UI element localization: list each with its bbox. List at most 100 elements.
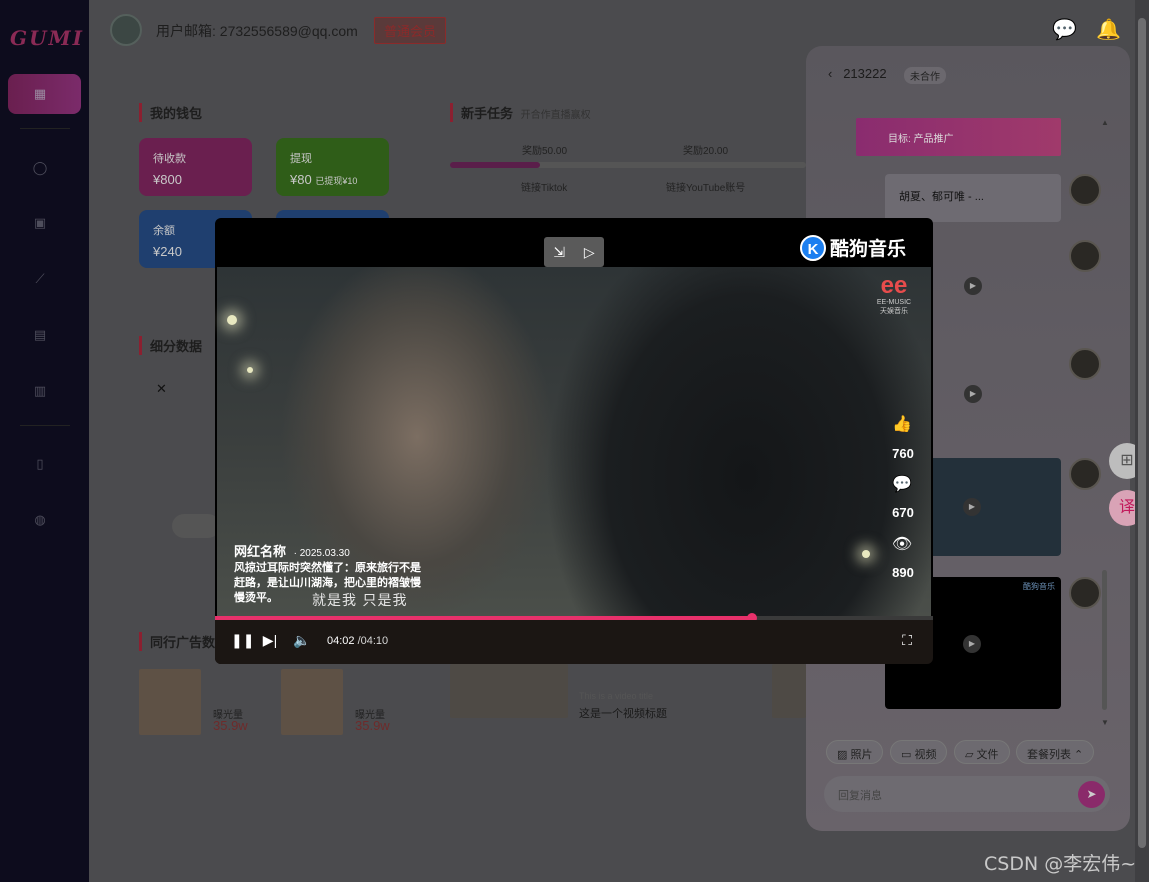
play-icon[interactable]: ▶ — [963, 635, 981, 653]
comment-count: 670 — [892, 505, 914, 520]
play-icon[interactable]: ▶ — [964, 385, 982, 403]
book-icon[interactable]: ▯ — [32, 456, 48, 472]
ad-thumbnail[interactable] — [281, 669, 343, 735]
bar-chart-icon[interactable]: ▥ — [32, 383, 48, 399]
song-card[interactable]: 胡夏、郁可唯 - ... — [885, 174, 1061, 222]
file-label: 文件 — [976, 749, 999, 761]
video-button[interactable]: ▭ 视频 — [890, 740, 948, 764]
light-bokeh — [227, 315, 237, 325]
chat-avatar — [1069, 348, 1101, 380]
chat-scrollbar[interactable] — [1102, 570, 1107, 710]
x-logo-icon[interactable]: ✕ — [156, 381, 172, 397]
globe-icon[interactable]: ◍ — [32, 512, 48, 528]
pause-icon[interactable]: ❚❚ — [231, 632, 254, 649]
reply-input[interactable]: 回复消息 — [824, 776, 1110, 812]
task-progress-track — [450, 162, 806, 168]
chat-status-badge: 未合作 — [904, 67, 946, 84]
user-icon[interactable]: ◯ — [32, 160, 48, 176]
wallet-card-withdraw[interactable]: 提现 ¥80 已提现¥10 — [276, 138, 389, 196]
ai-video-icon[interactable]: ▷ — [584, 244, 595, 261]
task-reward-1: 奖励50.00 — [522, 146, 568, 157]
video-player-modal: ⇲ ▷ K 酷狗音乐 ee EE-MUSIC 天娱音乐 👍 760 💬 670 … — [215, 218, 933, 664]
back-chevron-icon[interactable]: ‹ — [828, 66, 840, 81]
view-count: 890 — [892, 565, 914, 580]
author-name: 网红名称 — [234, 544, 287, 559]
page-scrollbar-thumb[interactable] — [1138, 18, 1146, 848]
wallet-card-extra: 已提现¥10 — [315, 176, 358, 186]
play-icon[interactable]: ▶ — [964, 277, 982, 295]
video-thumbnail[interactable] — [772, 664, 806, 718]
watermark: CSDN @李宏伟~ — [984, 853, 1137, 875]
video-date: · 2025.03.30 — [293, 548, 350, 559]
chat-bubble-icon[interactable]: 💬 — [1052, 18, 1077, 42]
like-count: 760 — [892, 446, 914, 461]
photo-button[interactable]: ▨ 照片 — [826, 740, 884, 764]
like-icon[interactable]: 👍 — [891, 414, 913, 434]
wallet-card-label: 待收款 — [153, 153, 186, 165]
brand-name: 酷狗音乐 — [830, 239, 907, 260]
tasks-subtitle: 开合作直播赢权 — [520, 110, 591, 121]
chat-header: ‹ 213222 — [828, 66, 887, 81]
current-time: 04:02 — [327, 635, 355, 647]
kugou-logo-icon: K — [800, 234, 826, 261]
document-icon[interactable]: ▤ — [32, 327, 48, 343]
chat-avatar — [1069, 174, 1101, 206]
play-icon[interactable]: ▶ — [963, 498, 981, 516]
search-input-dim[interactable] — [172, 514, 220, 538]
dashboard-icon[interactable]: ▦ — [32, 86, 48, 102]
package-list-label: 套餐列表 — [1027, 749, 1071, 761]
file-button[interactable]: ▱ 文件 — [954, 740, 1010, 764]
duration: /04:10 — [354, 635, 389, 647]
chart-icon[interactable]: ▣ — [32, 215, 48, 231]
volume-icon[interactable]: 🔈 — [292, 632, 312, 649]
page-scrollbar[interactable] — [1135, 0, 1149, 882]
segments-title: 细分数据 — [139, 336, 202, 355]
next-icon[interactable]: ▶| — [260, 632, 280, 649]
photo-label: 照片 — [850, 749, 873, 761]
video-title[interactable]: 这是一个视频标题 — [579, 705, 667, 721]
scroll-up-icon[interactable]: ▲ — [1101, 118, 1109, 127]
video-author: 网红名称 · 2025.03.30 — [234, 541, 350, 560]
comment-icon[interactable]: 💬 — [891, 474, 913, 494]
bell-icon[interactable]: 🔔 — [1096, 18, 1121, 42]
sidebar-divider — [20, 425, 70, 426]
task-reward-2: 奖励20.00 — [683, 146, 729, 157]
tasks-title: 新手任务 开合作直播赢权 — [450, 103, 591, 122]
member-badge: 普通会员 — [374, 17, 447, 44]
chat-avatar — [1069, 458, 1101, 490]
user-email: 用户邮箱: 2732556589@qq.com — [156, 23, 358, 39]
chat-avatar — [1069, 240, 1101, 272]
sidebar: GUMI ▦ ◯ ▣ ⟋ ▤ ▥ ▯ ◍ — [0, 0, 89, 882]
scroll-down-icon[interactable]: ▼ — [1101, 718, 1109, 727]
video-subtitle: 就是我 只是我 — [312, 593, 408, 609]
chat-contact: 213222 — [843, 66, 887, 81]
task-2[interactable]: 链接YouTube账号 — [666, 179, 745, 194]
wallet-title: 我的钱包 — [139, 103, 202, 122]
wallet-card-label: 提现 — [290, 153, 312, 165]
fullscreen-icon[interactable]: ⛶ — [897, 632, 917, 649]
player-controls: ❚❚ ▶| 🔈 04:02 /04:10 ⛶ — [215, 620, 933, 664]
peer-ads-title: 同行广告数 — [139, 632, 215, 651]
video-brand-label: 酷狗音乐 — [1023, 582, 1055, 591]
trend-icon[interactable]: ⟋ — [32, 271, 48, 287]
user-avatar[interactable] — [110, 14, 142, 46]
song-card-text: 胡夏、郁可唯 - ... — [899, 191, 984, 203]
video-title-en: This is a video title — [579, 691, 654, 701]
ee-ring-icon: ee — [880, 272, 908, 299]
pip-icon[interactable]: ⇲ — [553, 244, 565, 261]
wallet-card-pending[interactable]: 待收款 ¥800 — [139, 138, 252, 196]
task-1[interactable]: 链接Tiktok — [521, 179, 567, 194]
task-progress-fill — [450, 162, 540, 168]
send-icon[interactable]: ➤ — [1078, 781, 1105, 808]
goal-banner: 目标: 产品推广 — [856, 118, 1061, 156]
ad-value: 35.9w — [213, 718, 248, 733]
video-thumbnail[interactable] — [450, 664, 568, 718]
player-toolbar: ⇲ ▷ — [544, 237, 604, 267]
ee-name: EE-MUSIC — [876, 299, 912, 306]
app-logo[interactable]: GUMI — [10, 26, 84, 50]
eye-icon[interactable]: 👁 — [891, 534, 913, 554]
tasks-title-text: 新手任务 — [461, 106, 514, 121]
ad-thumbnail[interactable] — [139, 669, 201, 735]
chat-avatar — [1069, 577, 1101, 609]
package-list-button[interactable]: 套餐列表 ⌃ — [1016, 740, 1095, 764]
